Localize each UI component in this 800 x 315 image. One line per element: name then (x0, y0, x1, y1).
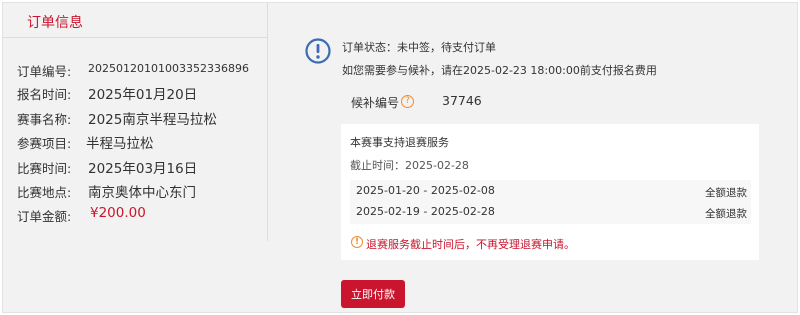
warning-icon: ! (351, 236, 363, 248)
order-status-text: 订单状态：未中签，待支付订单 (342, 41, 496, 54)
refund-service-card: 本赛事支持退赛服务 截止时间：2025-02-28 2025-01-20 - 2… (341, 124, 759, 260)
event-name-value: 2025南京半程马拉松 (88, 112, 217, 128)
refund-period-type: 全额退款 (705, 208, 747, 220)
order-page: 订单信息 订单编号: 20250120101003352336896 报名时间:… (2, 2, 798, 313)
race-time-label: 比赛时间: (17, 161, 72, 176)
info-circle-icon (305, 38, 331, 64)
event-name-label: 赛事名称: (17, 112, 72, 127)
refund-period-table: 2025-01-20 - 2025-02-08 全额退款 2025-02-19 … (350, 180, 751, 224)
waitlist-number-label: 候补编号 (351, 96, 400, 110)
race-location-value: 南京奥体中心东门 (88, 185, 196, 201)
race-category-label: 参赛项目: (17, 136, 72, 151)
race-location-label: 比赛地点: (17, 185, 72, 200)
order-number-value: 20250120101003352336896 (88, 62, 249, 75)
waitlist-number-value: 37746 (442, 93, 482, 108)
refund-period-range: 2025-01-20 - 2025-02-08 (356, 184, 495, 197)
race-time-value: 2025年03月16日 (88, 161, 198, 177)
waitlist-deadline-text: 如您需要参与候补，请在2025-02-23 18:00:00前支付报名费用 (342, 64, 657, 77)
refund-deadline: 截止时间：2025-02-28 (350, 159, 469, 172)
order-amount-value: ¥200.00 (90, 205, 146, 221)
refund-period-row: 2025-01-20 - 2025-02-08 全额退款 (350, 182, 751, 202)
pay-now-button[interactable]: 立即付款 (341, 280, 405, 308)
race-category-value: 半程马拉松 (86, 136, 154, 152)
refund-period-range: 2025-02-19 - 2025-02-28 (356, 205, 495, 218)
order-info-header: 订单信息 (3, 3, 268, 38)
signup-time-label: 报名时间: (17, 87, 72, 102)
signup-time-value: 2025年01月20日 (88, 87, 198, 103)
refund-period-row: 2025-02-19 - 2025-02-28 全额退款 (350, 203, 751, 223)
order-info-title: 订单信息 (27, 15, 83, 31)
order-number-label: 订单编号: (17, 64, 72, 79)
order-amount-label: 订单金额: (17, 209, 72, 224)
refund-period-type: 全额退款 (705, 187, 747, 199)
refund-notice-text: 退赛服务截止时间后，不再受理退赛申请。 (366, 238, 575, 251)
question-mark-icon[interactable]: ? (401, 95, 414, 108)
refund-service-title: 本赛事支持退赛服务 (350, 136, 449, 149)
order-info-panel: 订单信息 订单编号: 20250120101003352336896 报名时间:… (3, 3, 268, 241)
